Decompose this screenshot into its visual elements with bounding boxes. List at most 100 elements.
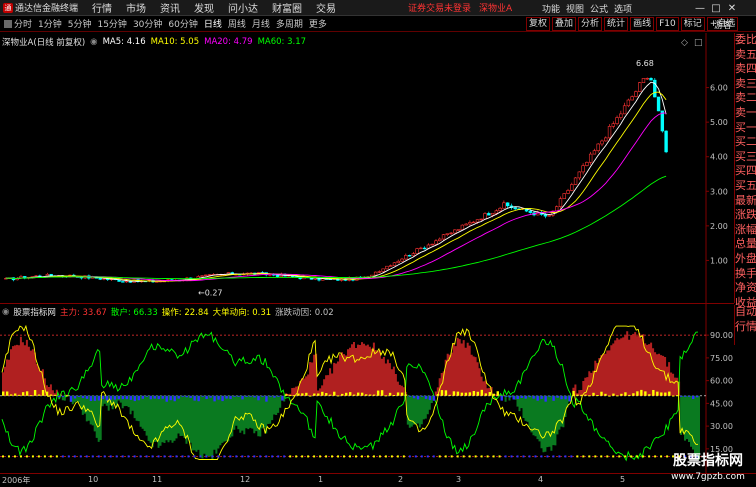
menu-ask[interactable]: 问小达: [228, 0, 258, 15]
period-30min[interactable]: 30分钟: [133, 17, 162, 30]
cause-mark: [133, 455, 136, 458]
menu-function[interactable]: 功能: [542, 2, 560, 15]
minimize-icon[interactable]: —: [692, 3, 708, 14]
menu-hq[interactable]: 行情: [92, 0, 112, 15]
cause-mark: [594, 455, 597, 458]
cause-mark: [582, 455, 585, 458]
cause-mark: [396, 455, 399, 458]
side-item-9[interactable]: 买四: [735, 164, 756, 179]
bigorder-bar: [269, 395, 272, 397]
candle-body: [487, 213, 491, 216]
cause-mark: [235, 455, 238, 458]
candle-body: [528, 210, 532, 213]
cause-mark: [366, 455, 369, 458]
menu-trade[interactable]: 交易: [316, 0, 336, 15]
price-chart[interactable]: 6.00 5.00 4.00 3.00 2.00 1.00 6.68 ←0.27 ◇ □: [0, 33, 734, 303]
period-15min[interactable]: 15分钟: [97, 17, 126, 30]
menu-view[interactable]: 视图: [566, 2, 584, 15]
side-item-17[interactable]: 净资: [735, 281, 756, 296]
period-monthly[interactable]: 月线: [252, 17, 270, 30]
cause-mark: [384, 455, 387, 458]
period-intraday[interactable]: 分时: [14, 17, 32, 30]
adjust-button[interactable]: 复权: [526, 17, 551, 31]
bigorder-bar: [129, 395, 133, 400]
draw-button[interactable]: 画线: [630, 17, 655, 31]
price-tick-label: 3.00: [710, 187, 728, 196]
side-item-12[interactable]: 涨跌: [735, 208, 756, 223]
bigorder-bar: [193, 395, 196, 401]
cause-mark: [390, 455, 393, 458]
bigorder-bar: [452, 391, 456, 396]
cause-mark: [534, 455, 537, 458]
f10-button[interactable]: F10: [656, 17, 679, 31]
bigorder-bar: [217, 395, 220, 400]
side-item-14[interactable]: 总量: [735, 237, 756, 252]
side-item-15[interactable]: 外盘: [735, 252, 756, 267]
period-60min[interactable]: 60分钟: [168, 17, 197, 30]
settings-icon[interactable]: ◉: [90, 37, 97, 47]
bigorder-bar: [696, 395, 699, 398]
side-item-13[interactable]: 涨幅: [735, 223, 756, 238]
bigorder-bar: [416, 395, 420, 400]
stats-button[interactable]: 统计: [604, 17, 629, 31]
cause-mark: [91, 455, 94, 458]
cause-mark: [61, 455, 64, 458]
analysis-button[interactable]: 分析: [578, 17, 603, 31]
side-bottom-item-0[interactable]: 自动: [735, 305, 756, 320]
cause-mark: [145, 455, 148, 458]
candle-body: [449, 232, 453, 235]
menu-formula[interactable]: 公式: [590, 2, 608, 15]
menu-discover[interactable]: 发现: [194, 0, 214, 15]
toolbar-grid-icon[interactable]: [4, 19, 12, 28]
menu-market[interactable]: 市场: [126, 0, 146, 15]
side-item-0[interactable]: 委比: [735, 33, 756, 48]
side-item-16[interactable]: 换手: [735, 267, 756, 282]
maximize-icon[interactable]: □: [708, 3, 724, 14]
side-item-3[interactable]: 卖三: [735, 77, 756, 92]
indicator-settings-icon[interactable]: ◉: [2, 307, 9, 317]
menu-news[interactable]: 资讯: [160, 0, 180, 15]
period-more[interactable]: 更多: [309, 17, 327, 30]
side-item-8[interactable]: 买三: [735, 150, 756, 165]
overlay-button[interactable]: 叠加: [552, 17, 577, 31]
cause-mark: [456, 455, 459, 458]
side-item-1[interactable]: 卖五: [735, 48, 756, 63]
period-daily[interactable]: 日线: [204, 17, 222, 30]
cause-mark: [636, 455, 639, 458]
bigorder-bar: [404, 394, 408, 396]
login-status[interactable]: 证券交易未登录: [408, 1, 471, 14]
period-5min[interactable]: 5分钟: [68, 17, 92, 30]
candle-body: [373, 271, 378, 276]
period-multi[interactable]: 多周期: [276, 17, 303, 30]
bigorder-bar: [225, 395, 228, 399]
period-weekly[interactable]: 周线: [228, 17, 246, 30]
period-1min[interactable]: 1分钟: [38, 17, 62, 30]
side-item-11[interactable]: 最新: [735, 194, 756, 209]
bigorder-bar: [576, 394, 579, 396]
candle-body: [573, 177, 578, 185]
xlabel-5: 5: [620, 475, 626, 484]
side-item-4[interactable]: 卖二: [735, 91, 756, 106]
bigorder-bar: [25, 391, 29, 396]
side-item-5[interactable]: 卖一: [735, 106, 756, 121]
side-item-10[interactable]: 买五: [735, 179, 756, 194]
candle-body: [124, 280, 129, 283]
side-bottom-item-1[interactable]: 行情: [735, 320, 756, 335]
bigorder-bar: [241, 395, 244, 400]
bigorder-bar: [688, 395, 691, 397]
side-item-2[interactable]: 卖四: [735, 62, 756, 77]
security-name: 深物业A: [479, 4, 513, 14]
close-icon[interactable]: ✕: [724, 3, 740, 14]
bigorder-bar: [684, 395, 687, 397]
bigorder-bar: [536, 395, 539, 401]
menu-wealth[interactable]: 财富圈: [272, 0, 302, 15]
mark-button[interactable]: 标记: [680, 17, 705, 31]
side-item-7[interactable]: 买二: [735, 135, 756, 150]
candle-body: [664, 130, 668, 153]
side-item-6[interactable]: 买一: [735, 121, 756, 136]
cause-mark: [289, 455, 292, 458]
guest-label[interactable]: 游客: [714, 18, 732, 31]
bigorder-bar: [528, 395, 531, 398]
indicator-chart[interactable]: 90.00 75.00 60.00 45.00 30.00 15.00: [0, 303, 734, 474]
menu-options[interactable]: 选项: [614, 2, 632, 15]
